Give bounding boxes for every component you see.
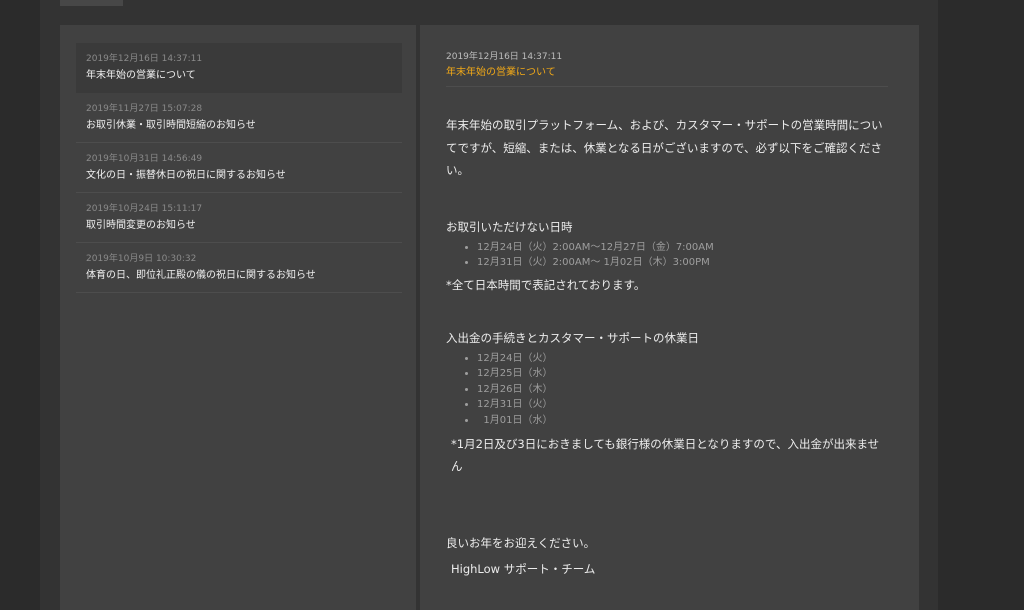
news-title: お取引休業・取引時間短縮のお知らせ (86, 120, 256, 131)
news-title: 取引時間変更のお知らせ (86, 220, 196, 231)
news-title: 体育の日、即位礼正殿の儀の祝日に関するお知らせ (86, 270, 316, 281)
news-date: 2019年10月24日 15:11:17 (86, 204, 203, 214)
list-item: 12月26日（木） (477, 382, 888, 398)
article-panel: 2019年12月16日 14:37:11 年末年始の営業について 年末年始の取引… (420, 25, 919, 610)
news-item-selected[interactable]: 2019年12月16日 14:37:11 年末年始の営業について (76, 43, 402, 93)
section-heading-trading-closed: お取引いただけない日時 (446, 219, 573, 234)
list-item: 12月24日（火） (477, 351, 888, 367)
article-intro: 年末年始の取引プラットフォーム、および、カスタマー・サポートの営業時間についてで… (446, 118, 883, 177)
list-item: 1月01日（水） (477, 413, 888, 429)
news-date: 2019年10月9日 10:30:32 (86, 254, 197, 264)
list-item: 12月31日（火）2:00AM～ 1月02日（木）3:00PM (477, 255, 888, 271)
article-date: 2019年12月16日 14:37:11 (446, 52, 563, 62)
list-item: 12月31日（火） (477, 397, 888, 413)
trading-closed-list: 12月24日（火）2:00AM～12月27日（金）7:00AM 12月31日（火… (446, 240, 888, 271)
top-tab[interactable] (60, 0, 123, 6)
news-date: 2019年10月31日 14:56:49 (86, 154, 203, 164)
bank-holiday-note: *1月2日及び3日におきましても銀行様の休業日となりますので、入出金が出来ません (451, 437, 880, 473)
news-list-panel: 2019年12月16日 14:37:11 年末年始の営業について 2019年11… (60, 25, 416, 610)
timezone-note: *全て日本時間で表記されております。 (446, 277, 646, 292)
greeting: 良いお年をお迎えください。 (446, 536, 596, 550)
news-item[interactable]: 2019年10月24日 15:11:17 取引時間変更のお知らせ (76, 193, 402, 243)
news-title: 文化の日・振替休日の祝日に関するお知らせ (86, 170, 286, 181)
news-item[interactable]: 2019年11月27日 15:07:28 お取引休業・取引時間短縮のお知らせ (76, 93, 402, 143)
section-heading-support-closed: 入出金の手続きとカスタマー・サポートの休業日 (446, 330, 699, 345)
support-closed-list: 12月24日（火） 12月25日（水） 12月26日（木） 12月31日（火） … (446, 351, 888, 429)
news-item[interactable]: 2019年10月31日 14:56:49 文化の日・振替休日の祝日に関するお知ら… (76, 143, 402, 193)
signature: HighLow サポート・チーム (451, 562, 596, 576)
news-date: 2019年12月16日 14:37:11 (86, 54, 203, 64)
news-date: 2019年11月27日 15:07:28 (86, 104, 203, 114)
list-item: 12月25日（水） (477, 366, 888, 382)
article: 2019年12月16日 14:37:11 年末年始の営業について 年末年始の取引… (446, 51, 888, 577)
news-list: 2019年12月16日 14:37:11 年末年始の営業について 2019年11… (76, 43, 402, 293)
article-title: 年末年始の営業について (446, 66, 888, 87)
list-item: 12月24日（火）2:00AM～12月27日（金）7:00AM (477, 240, 888, 256)
news-item[interactable]: 2019年10月9日 10:30:32 体育の日、即位礼正殿の儀の祝日に関するお… (76, 243, 402, 293)
news-title: 年末年始の営業について (86, 70, 196, 81)
page-margin (938, 0, 1024, 610)
